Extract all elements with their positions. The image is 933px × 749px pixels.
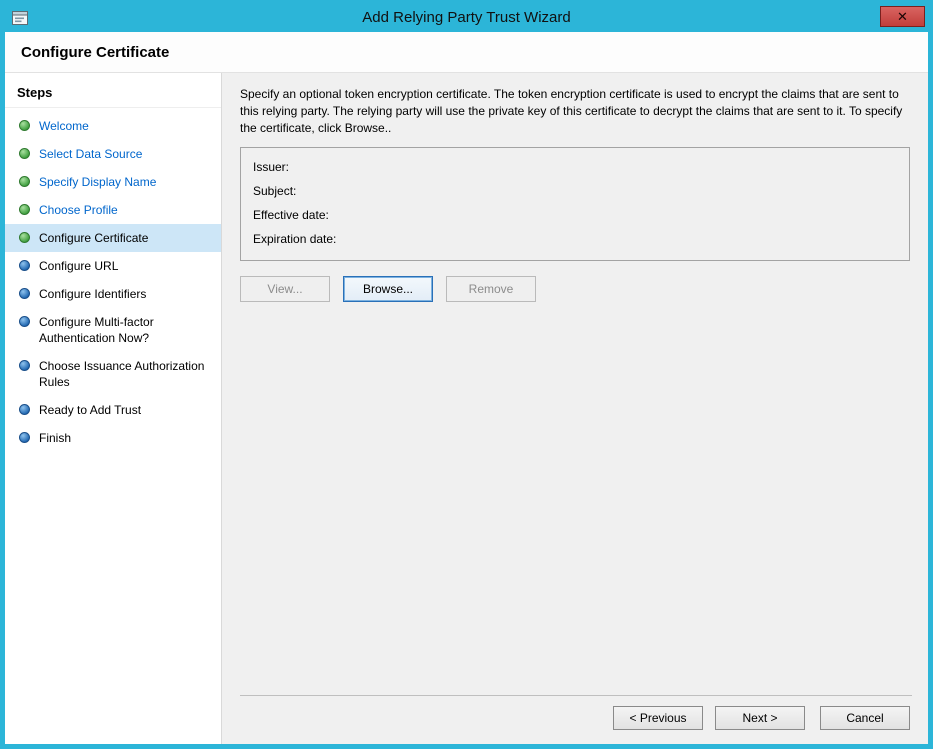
certificate-field: Effective date: [253,203,897,227]
step-label: Select Data Source [39,146,142,162]
close-button[interactable]: ✕ [880,6,925,27]
sidebar-step-item: Configure URL [5,252,221,280]
wizard-footer: < Previous Next > Cancel [240,695,912,732]
step-status-dot [19,360,30,371]
certificate-field-label: Expiration date: [253,232,336,246]
step-status-dot [19,316,30,327]
certificate-actions: View... Browse... Remove [240,276,912,302]
sidebar-step-item: Choose Issuance Authorization Rules [5,352,221,396]
wizard-window: Add Relying Party Trust Wizard ✕ Configu… [0,0,933,749]
step-status-dot [19,176,30,187]
next-button[interactable]: Next > [715,706,805,730]
step-status-dot [19,432,30,443]
step-status-dot [19,204,30,215]
step-status-dot [19,120,30,131]
step-label: Choose Issuance Authorization Rules [39,358,211,390]
browse-button[interactable]: Browse... [343,276,433,302]
sidebar-step-item: Finish [5,424,221,452]
sidebar-step-item: Configure Multi-factor Authentication No… [5,308,221,352]
step-label: Configure Certificate [39,230,148,246]
step-label: Choose Profile [39,202,118,218]
sidebar-step-item: Configure Identifiers [5,280,221,308]
sidebar-step-item: Configure Certificate [5,224,221,252]
steps-sidebar: Steps Welcome Select Data Source [5,73,222,744]
step-label: Configure Multi-factor Authentication No… [39,314,211,346]
sidebar-step-item: Ready to Add Trust [5,396,221,424]
page-title: Configure Certificate [21,44,912,61]
step-label: Configure Identifiers [39,286,146,302]
remove-button: Remove [446,276,536,302]
certificate-field: Expiration date: [253,227,897,251]
titlebar: Add Relying Party Trust Wizard ✕ [5,5,928,32]
step-status-dot [19,404,30,415]
step-label: Configure URL [39,258,118,274]
steps-heading: Steps [5,79,221,108]
step-status-dot [19,148,30,159]
previous-button[interactable]: < Previous [613,706,703,730]
step-list: Welcome Select Data Source Specify Displ… [5,112,221,452]
window-title: Add Relying Party Trust Wizard [5,5,928,32]
view-button: View... [240,276,330,302]
sidebar-step-item[interactable]: Specify Display Name [5,168,221,196]
page-header: Configure Certificate [5,32,928,73]
certificate-field-label: Effective date: [253,208,329,222]
step-label: Specify Display Name [39,174,156,190]
step-status-dot [19,232,30,243]
description-text: Specify an optional token encryption cer… [240,86,912,136]
step-label: Finish [39,430,71,446]
close-icon: ✕ [897,9,908,24]
step-status-dot [19,260,30,271]
certificate-details-box: Issuer: Subject: Effective date: [240,147,910,261]
certificate-field: Issuer: [253,155,897,179]
certificate-field-label: Subject: [253,184,296,198]
step-label: Ready to Add Trust [39,402,141,418]
cancel-button[interactable]: Cancel [820,706,910,730]
sidebar-step-item[interactable]: Welcome [5,112,221,140]
sidebar-step-item[interactable]: Choose Profile [5,196,221,224]
step-status-dot [19,288,30,299]
certificate-field: Subject: [253,179,897,203]
certificate-field-label: Issuer: [253,160,289,174]
main-panel: Specify an optional token encryption cer… [222,73,928,744]
sidebar-step-item[interactable]: Select Data Source [5,140,221,168]
step-label: Welcome [39,118,89,134]
